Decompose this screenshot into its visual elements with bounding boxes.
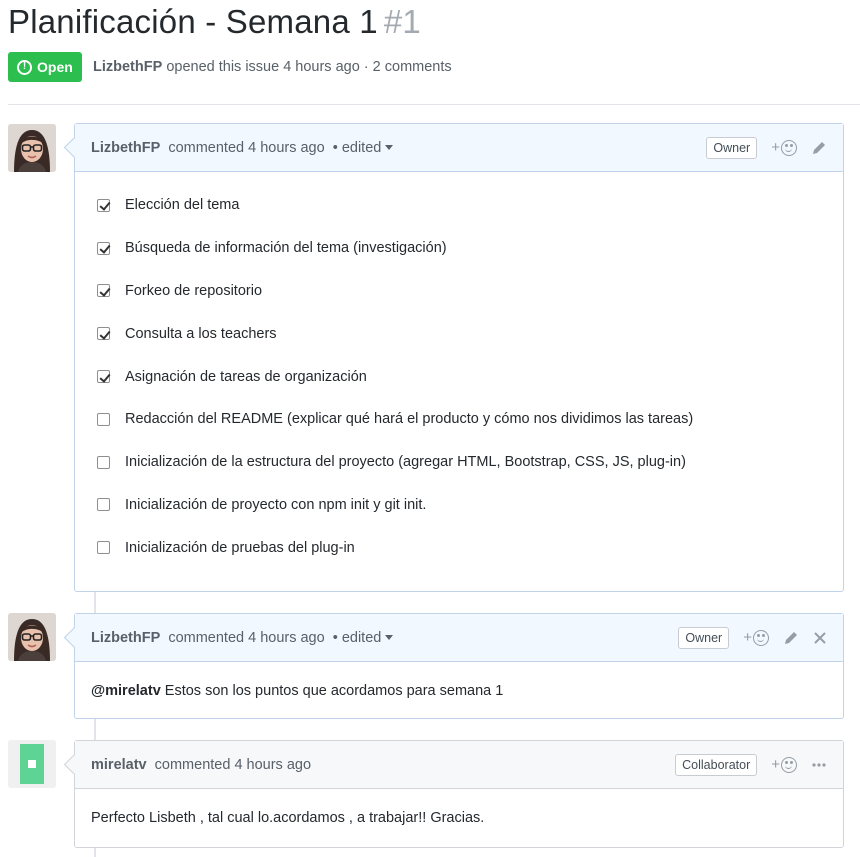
comment-message: Perfecto Lisbeth , tal cual lo.acordamos… bbox=[91, 810, 485, 826]
comment-1: LizbethFP commented 4 hours ago • edited… bbox=[74, 123, 844, 592]
comment-header: LizbethFP commented 4 hours ago • edited… bbox=[75, 124, 843, 172]
timeline-connector bbox=[94, 719, 96, 740]
task-item: Búsqueda de información del tema (invest… bbox=[91, 227, 827, 270]
comment-timestamp[interactable]: commented 4 hours ago bbox=[168, 630, 324, 646]
comment-header-text: LizbethFP commented 4 hours ago • edited bbox=[91, 140, 394, 156]
comment-author-link[interactable]: LizbethFP bbox=[91, 630, 160, 646]
task-checkbox[interactable] bbox=[97, 241, 110, 255]
comment-header-text: LizbethFP commented 4 hours ago • edited bbox=[91, 630, 394, 646]
avatar-lizbethfp[interactable] bbox=[8, 613, 56, 661]
comment-body: Perfecto Lisbeth , tal cual lo.acordamos… bbox=[75, 789, 843, 847]
task-item: Elección del tema bbox=[91, 184, 827, 227]
task-item: Consulta a los teachers bbox=[91, 312, 827, 355]
task-label: Inicialización de proyecto con npm init … bbox=[125, 496, 427, 513]
task-checkbox[interactable] bbox=[97, 284, 110, 298]
issue-meta: LizbethFP opened this issue 4 hours ago … bbox=[93, 59, 452, 75]
edited-label: • edited bbox=[332, 629, 382, 646]
issue-opened-icon: ! bbox=[17, 59, 32, 75]
task-checkbox[interactable] bbox=[97, 412, 110, 426]
add-reaction-icon[interactable]: + bbox=[771, 139, 797, 156]
avatar-photo-icon bbox=[8, 613, 56, 661]
task-item: Asignación de tareas de organización bbox=[91, 355, 827, 398]
comment-message: Estos son los puntos que acordamos para … bbox=[164, 683, 504, 699]
task-checkbox[interactable] bbox=[97, 498, 110, 512]
task-item: Redacción del README (explicar qué hará … bbox=[91, 398, 827, 441]
task-checkbox[interactable] bbox=[97, 455, 110, 469]
timeline-connector bbox=[94, 592, 96, 613]
task-label: Inicialización de la estructura del proy… bbox=[125, 454, 686, 471]
issue-title-text: Planificación - Semana 1 bbox=[8, 3, 378, 40]
add-reaction-icon[interactable]: + bbox=[771, 756, 797, 773]
comment-actions: Collaborator + bbox=[675, 753, 827, 776]
edited-dropdown[interactable]: • edited bbox=[333, 140, 394, 156]
comment-actions: Owner + bbox=[678, 626, 827, 649]
header-divider bbox=[8, 104, 860, 105]
avatar-photo-icon bbox=[8, 124, 56, 172]
comment-author-link[interactable]: LizbethFP bbox=[91, 140, 160, 156]
task-checkbox[interactable] bbox=[97, 327, 110, 341]
owner-badge: Owner bbox=[678, 626, 730, 649]
issue-author-link[interactable]: LizbethFP bbox=[93, 59, 162, 75]
task-label: Redacción del README (explicar qué hará … bbox=[125, 411, 694, 428]
comment-3: mirelatv commented 4 hours ago Collabora… bbox=[74, 740, 844, 848]
task-label: Inicialización de pruebas del plug-in bbox=[125, 539, 355, 556]
comment-header-text: mirelatv commented 4 hours ago bbox=[91, 757, 311, 773]
pencil-icon[interactable] bbox=[783, 630, 799, 646]
task-checkbox[interactable] bbox=[97, 370, 110, 384]
comment-body: @mirelatv Estos son los puntos que acord… bbox=[75, 662, 843, 720]
task-item: Forkeo de repositorio bbox=[91, 270, 827, 313]
comment-timestamp[interactable]: commented 4 hours ago bbox=[155, 757, 311, 773]
task-checkbox[interactable] bbox=[97, 198, 110, 212]
task-label: Búsqueda de información del tema (invest… bbox=[125, 240, 447, 257]
kebab-icon[interactable] bbox=[811, 757, 827, 773]
user-mention[interactable]: @mirelatv bbox=[91, 683, 161, 699]
task-label: Consulta a los teachers bbox=[125, 325, 277, 342]
comment-actions: Owner + bbox=[706, 136, 827, 159]
comment-header: LizbethFP commented 4 hours ago • edited… bbox=[75, 614, 843, 662]
timeline-connector bbox=[94, 848, 96, 857]
task-checkbox[interactable] bbox=[97, 541, 110, 555]
issue-number: #1 bbox=[383, 3, 421, 40]
task-label: Elección del tema bbox=[125, 197, 240, 214]
edited-dropdown[interactable]: • edited bbox=[333, 630, 394, 646]
close-icon[interactable] bbox=[813, 631, 827, 645]
comment-2: LizbethFP commented 4 hours ago • edited… bbox=[74, 613, 844, 719]
caret-down-icon bbox=[385, 635, 394, 641]
caret-down-icon bbox=[385, 145, 394, 151]
issue-state-badge: ! Open bbox=[8, 52, 82, 82]
owner-badge: Owner bbox=[706, 136, 758, 159]
task-item: Inicialización de la estructura del proy… bbox=[91, 441, 827, 484]
comment-text: @mirelatv Estos son los puntos que acord… bbox=[91, 662, 827, 720]
task-list: Elección del tema Búsqueda de informació… bbox=[91, 172, 827, 591]
comment-header: mirelatv commented 4 hours ago Collabora… bbox=[75, 741, 843, 789]
task-item: Inicialización de proyecto con npm init … bbox=[91, 484, 827, 527]
issue-meta-text: opened this issue 4 hours ago · 2 commen… bbox=[166, 59, 452, 75]
avatar-lizbethfp[interactable] bbox=[8, 124, 56, 172]
task-label: Asignación de tareas de organización bbox=[125, 368, 367, 385]
issue-title: Planificación - Semana 1 #1 bbox=[8, 3, 421, 41]
task-item: Inicialización de pruebas del plug-in bbox=[91, 526, 827, 569]
task-label: Forkeo de repositorio bbox=[125, 282, 263, 299]
edited-label: • edited bbox=[332, 139, 382, 156]
avatar-mirelatv[interactable] bbox=[8, 740, 56, 788]
comment-timestamp[interactable]: commented 4 hours ago bbox=[168, 140, 324, 156]
comment-author-link[interactable]: mirelatv bbox=[91, 757, 147, 773]
issue-state-label: Open bbox=[37, 59, 73, 75]
comment-body: Elección del tema Búsqueda de informació… bbox=[75, 172, 843, 591]
collaborator-badge: Collaborator bbox=[675, 753, 758, 776]
add-reaction-icon[interactable]: + bbox=[743, 629, 769, 646]
identicon-icon bbox=[8, 740, 56, 788]
pencil-icon[interactable] bbox=[811, 140, 827, 156]
